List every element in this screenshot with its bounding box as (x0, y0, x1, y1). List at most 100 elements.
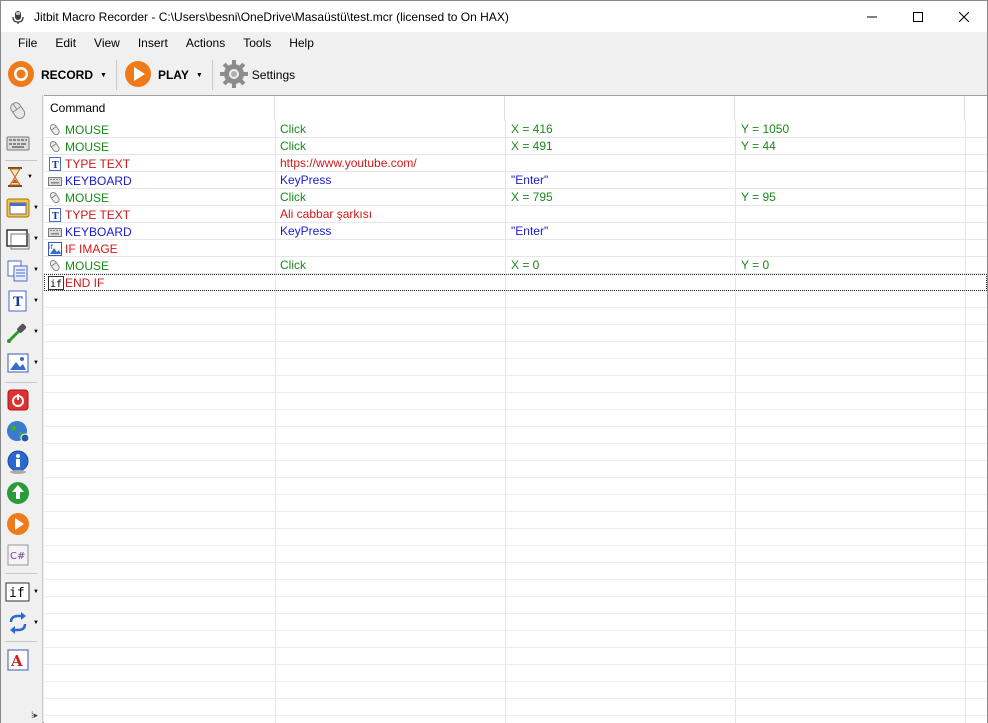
command-row-9[interactable]: MOUSE Click X = 0 Y = 0 (44, 257, 987, 274)
play-label: PLAY (157, 68, 189, 82)
svg-text:if: if (50, 279, 62, 290)
command-cell: MOUSE (48, 189, 109, 206)
empty-row (44, 427, 987, 444)
chevron-down-icon: ▼ (33, 236, 39, 242)
param2-cell: X = 416 (511, 122, 553, 136)
command-name: MOUSE (65, 139, 110, 154)
insert-goto-button[interactable] (5, 479, 39, 507)
insert-if-button[interactable]: if ▼ (5, 578, 39, 606)
param1-cell: KeyPress (280, 173, 332, 187)
csharp-icon: C# (5, 542, 31, 568)
insert-keyboard-button[interactable] (5, 129, 39, 157)
keyboard-icon (48, 174, 62, 188)
settings-label: Settings (251, 68, 296, 82)
insert-website-button[interactable] (5, 417, 39, 445)
svg-text:T: T (13, 295, 23, 310)
sidebar-scroll-grip[interactable]: ⁞▸ (31, 710, 38, 721)
insert-window-button[interactable]: ▼ (5, 194, 39, 222)
param1-cell: Click (280, 139, 306, 153)
mouse-icon (48, 140, 62, 154)
empty-row (44, 546, 987, 563)
command-grid: Command MOUSE Click X = 416 Y = 1050 MOU… (44, 95, 987, 723)
param1-cell: Click (280, 122, 306, 136)
command-row-5[interactable]: MOUSE Click X = 795 Y = 95 (44, 189, 987, 206)
menu-tools[interactable]: Tools (234, 32, 280, 54)
insert-message-button[interactable] (5, 448, 39, 476)
command-row-3[interactable]: T TYPE TEXT https://www.youtube.com/ (44, 155, 987, 172)
keyboard-icon (48, 225, 62, 239)
insert-delay-button[interactable]: ▼ (5, 163, 39, 191)
minimize-button[interactable] (849, 1, 895, 32)
command-name: IF IMAGE (65, 241, 118, 256)
record-icon (7, 60, 35, 91)
empty-row (44, 597, 987, 614)
loop-icon (5, 610, 31, 636)
menu-actions[interactable]: Actions (177, 32, 234, 54)
empty-row (44, 325, 987, 342)
command-row-10[interactable]: if END IF (44, 274, 987, 291)
command-cell: MOUSE (48, 121, 109, 138)
command-cell: MOUSE (48, 257, 109, 274)
globe-icon (5, 418, 31, 444)
command-cell: T TYPE TEXT (48, 206, 130, 223)
insert-clipboard-button[interactable]: ▼ (5, 256, 39, 284)
command-cell: if IF IMAGE (48, 240, 118, 257)
param3-cell: Y = 95 (741, 190, 776, 204)
column-header-command[interactable]: Command (44, 96, 275, 121)
empty-row (44, 291, 987, 308)
command-row-4[interactable]: KEYBOARD KeyPress "Enter" (44, 172, 987, 189)
column-header-param2[interactable] (505, 96, 735, 121)
insert-csharp-button[interactable]: C# (5, 541, 39, 569)
chevron-down-icon: ▼ (33, 329, 39, 335)
command-row-2[interactable]: MOUSE Click X = 491 Y = 44 (44, 138, 987, 155)
command-row-6[interactable]: T TYPE TEXT Ali cabbar şarkısı (44, 206, 987, 223)
insert-loop-button[interactable]: ▼ (5, 609, 39, 637)
svg-text:A: A (10, 652, 23, 670)
mouse-icon (5, 98, 31, 124)
font-icon: A (5, 647, 31, 673)
param2-cell: X = 491 (511, 139, 553, 153)
insert-image-button[interactable]: ▼ (5, 349, 39, 377)
record-button[interactable]: RECORD (7, 58, 93, 92)
command-row-7[interactable]: KEYBOARD KeyPress "Enter" (44, 223, 987, 240)
command-name: KEYBOARD (65, 224, 132, 239)
title-bar[interactable]: Jitbit Macro Recorder - C:\Users\besni\O… (1, 1, 987, 32)
insert-text-button[interactable]: T ▼ (5, 287, 39, 315)
command-cell: KEYBOARD (48, 223, 132, 240)
command-row-1[interactable]: MOUSE Click X = 416 Y = 1050 (44, 121, 987, 138)
column-header-param3[interactable] (735, 96, 965, 121)
play-dropdown-icon[interactable]: ▼ (196, 72, 203, 79)
param3-cell: Y = 0 (741, 258, 770, 272)
menu-help[interactable]: Help (280, 32, 323, 54)
insert-play-macro-button[interactable] (5, 510, 39, 538)
empty-row (44, 631, 987, 648)
svg-text:if: if (9, 586, 25, 601)
command-cell: KEYBOARD (48, 172, 132, 189)
insert-shutdown-button[interactable] (5, 386, 39, 414)
param2-cell: X = 0 (511, 258, 540, 272)
svg-text:T: T (52, 161, 59, 171)
param1-cell: Click (280, 190, 306, 204)
menu-file[interactable]: File (9, 32, 46, 54)
menu-insert[interactable]: Insert (129, 32, 177, 54)
play-button[interactable]: PLAY (124, 58, 189, 92)
insert-window-frame-button[interactable]: ▼ (5, 225, 39, 253)
empty-row (44, 648, 987, 665)
column-header-param1[interactable] (275, 96, 505, 121)
record-dropdown-icon[interactable]: ▼ (100, 72, 107, 79)
insert-comment-button[interactable]: A (5, 646, 39, 674)
close-button[interactable] (941, 1, 987, 32)
insert-pixel-color-button[interactable]: ▼ (5, 318, 39, 346)
settings-button[interactable]: Settings (219, 58, 295, 92)
command-name: MOUSE (65, 122, 110, 137)
maximize-button[interactable] (895, 1, 941, 32)
menu-edit[interactable]: Edit (46, 32, 85, 54)
command-row-8[interactable]: if IF IMAGE (44, 240, 987, 257)
empty-row (44, 563, 987, 580)
window-title: Jitbit Macro Recorder - C:\Users\besni\O… (34, 9, 509, 24)
menu-view[interactable]: View (85, 32, 129, 54)
recycle-icon (5, 480, 31, 506)
mouse-icon (48, 259, 62, 273)
insert-mouse-button[interactable] (5, 97, 39, 125)
empty-row (44, 359, 987, 376)
